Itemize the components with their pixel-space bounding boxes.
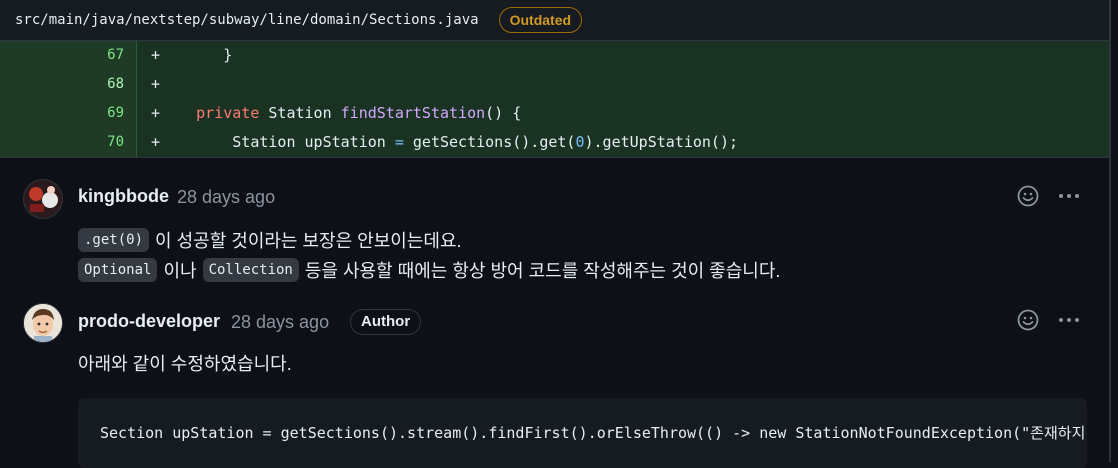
avatar[interactable] (23, 303, 63, 343)
diff-sign: + (151, 75, 161, 93)
smiley-icon[interactable] (1016, 184, 1040, 208)
comment-body-line: 아래와 같이 수정하였습니다. (78, 350, 292, 376)
comment-text: 등을 사용할 때에는 항상 방어 코드를 작성해주는 것이 좋습니다. (304, 261, 781, 281)
inline-code: Optional (78, 258, 158, 282)
comment-body-line: .get(0) 이 성공할 것이라는 보장은 안보이는데요. (78, 227, 462, 253)
diff-line[interactable]: 67 + } (0, 41, 1109, 70)
diff-line[interactable]: 69 + private Station findStartStation() … (0, 99, 1109, 128)
comment-text: 아래와 같이 수정하였습니다. (78, 354, 292, 374)
file-header: src/main/java/nextstep/subway/line/domai… (0, 0, 1110, 41)
diff-line[interactable]: 68 + (0, 70, 1109, 99)
line-number[interactable]: 69 (0, 99, 137, 128)
inline-code: .get(0) (78, 228, 150, 252)
line-number[interactable]: 68 (0, 70, 137, 99)
smiley-icon[interactable] (1016, 308, 1040, 332)
diff-sign: + (151, 104, 161, 122)
diff-sign: + (151, 46, 161, 64)
comment-body-line: Optional 이나 Collection 등을 사용할 때에는 항상 방어 … (78, 257, 780, 283)
author-badge: Author (350, 309, 422, 335)
line-number[interactable]: 70 (0, 128, 137, 157)
avatar[interactable] (23, 179, 63, 219)
diff-hunk: 67 + } 68 + 69 + private Station findSta… (0, 41, 1109, 157)
code-line: + Station upStation = getSections().get(… (137, 128, 1109, 157)
file-path[interactable]: src/main/java/nextstep/subway/line/domai… (15, 12, 479, 28)
kebab-menu-icon[interactable] (1057, 184, 1081, 208)
comment-text: 이나 (163, 261, 197, 281)
code-block-text: Section upStation = getSections().stream… (100, 424, 1086, 442)
comment-text: 이 성공할 것이라는 보장은 안보이는데요. (155, 231, 462, 251)
divider (0, 157, 1109, 158)
code-line: + (137, 70, 1109, 99)
comment-time[interactable]: 28 days ago (231, 312, 329, 333)
comment-author[interactable]: kingbbode (78, 186, 169, 207)
divider (1109, 0, 1111, 462)
code-line: + private Station findStartStation() { (137, 99, 1109, 128)
code-block[interactable]: Section upStation = getSections().stream… (78, 398, 1087, 468)
comment-author[interactable]: prodo-developer (78, 311, 220, 332)
kebab-menu-icon[interactable] (1057, 308, 1081, 332)
diff-line[interactable]: 70 + Station upStation = getSections().g… (0, 128, 1109, 157)
comment-time[interactable]: 28 days ago (177, 187, 275, 208)
code-line: + } (137, 41, 1109, 70)
inline-code: Collection (202, 258, 299, 282)
outdated-badge: Outdated (498, 7, 583, 33)
line-number[interactable]: 67 (0, 41, 137, 70)
diff-sign: + (151, 133, 161, 151)
